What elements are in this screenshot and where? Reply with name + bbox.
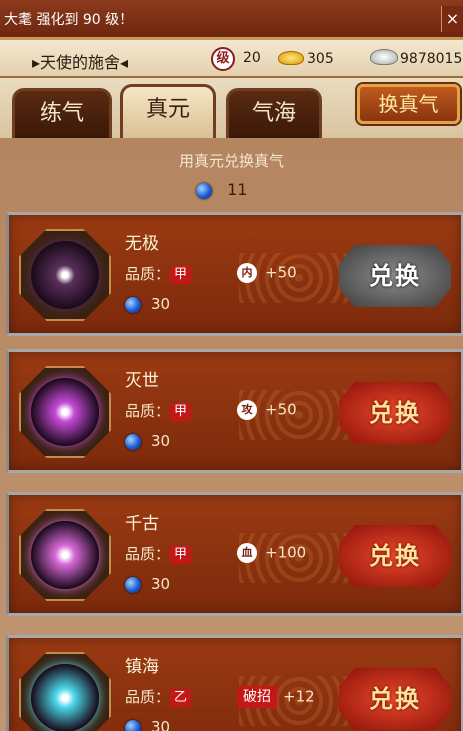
grade-badge: 甲	[170, 265, 192, 284]
exchange-item-card: 镇海品质：乙 破招 +12 30 兑换	[6, 635, 463, 731]
exchange-panel: 用真元兑换真气 11 无极 品质：甲内 +50 30 兑换 灭世 品质：甲攻 +50 30 兑换千…	[0, 138, 463, 731]
item-name: 灭世	[125, 371, 159, 391]
quality-label: 品质：	[125, 545, 171, 563]
zhenyuan-orb-icon	[125, 433, 141, 450]
stat-value: +100	[265, 543, 307, 562]
item-cost: 30	[125, 718, 170, 731]
exchange-button[interactable]: 兑换	[339, 525, 451, 587]
item-name: 无极	[125, 234, 159, 254]
zhenyuan-balance: 11	[196, 180, 247, 199]
gold-value: 305	[307, 51, 334, 67]
exchange-button[interactable]: 兑换	[339, 668, 451, 730]
announcement-banner: 大耄 强化到 90 级！ ×	[0, 0, 463, 40]
stat-icon: 血	[237, 543, 257, 563]
tab-qihai[interactable]: 气海	[226, 88, 322, 138]
quality-label: 品质：	[125, 688, 171, 706]
player-name-text: 天使的施舍	[40, 53, 121, 72]
stat-value: +12	[283, 687, 315, 706]
player-info-bar: ▸天使的施舍◂ 级 20 305 9878015	[0, 40, 463, 78]
item-quality: 品质：甲	[125, 400, 192, 421]
item-quality: 品质：甲	[125, 263, 192, 284]
exchange-hint: 用真元兑换真气	[178, 152, 284, 170]
zhenyuan-orb-icon	[125, 576, 141, 593]
exchange-item-card: 千古品质：甲 血 +100 30 兑换	[6, 492, 463, 616]
exchange-button[interactable]: 兑换	[339, 245, 451, 307]
exchange-item-card: 灭世品质：甲 攻 +50 30 兑换	[6, 349, 463, 473]
silver-value: 9878015	[400, 51, 463, 67]
stat-icon: 攻	[237, 400, 257, 420]
stat-icon: 破招	[237, 686, 277, 708]
level-icon: 级	[211, 47, 235, 71]
item-name: 千古	[125, 514, 159, 534]
item-stat: 破招 +12	[237, 686, 315, 708]
announcement-text: 大耄 强化到 90 级！	[4, 12, 134, 28]
item-stat: 血 +100	[237, 543, 306, 563]
gem-icon	[31, 241, 99, 309]
grade-badge: 乙	[170, 688, 192, 707]
stat-value: +50	[265, 400, 297, 419]
balance-value: 11	[227, 180, 248, 199]
grade-badge: 甲	[170, 402, 192, 421]
item-quality: 品质：乙	[125, 686, 192, 707]
exchange-button[interactable]: 兑换	[339, 382, 451, 444]
gold-ingot-icon	[278, 51, 304, 65]
exchange-item-card: 无极品质：甲 内 +50 30 兑换	[6, 212, 463, 336]
zhenyuan-orb-icon	[125, 296, 141, 313]
cost-value: 30	[151, 432, 171, 450]
tab-zhenyuan[interactable]: 真元	[120, 84, 216, 138]
item-cost: 30	[125, 575, 170, 593]
item-stat: 攻 +50	[237, 400, 297, 420]
stat-value: +50	[265, 263, 297, 282]
item-cost: 30	[125, 432, 170, 450]
item-cost: 30	[125, 295, 170, 313]
stat-icon: 内	[237, 263, 257, 283]
tab-lianqi[interactable]: 练气	[12, 88, 112, 138]
quality-label: 品质：	[125, 265, 171, 283]
grade-badge: 甲	[170, 545, 192, 564]
item-name: 镇海	[125, 657, 159, 677]
item-quality: 品质：甲	[125, 543, 192, 564]
quality-label: 品质：	[125, 402, 171, 420]
cost-value: 30	[151, 295, 171, 313]
cost-value: 30	[151, 718, 171, 731]
player-name: ▸天使的施舍◂	[32, 53, 129, 72]
close-icon[interactable]: ×	[441, 6, 463, 32]
exchange-zhenqi-button[interactable]: 换真气	[357, 84, 460, 124]
zhenyuan-orb-icon	[125, 719, 141, 731]
item-stat: 内 +50	[237, 263, 297, 283]
cost-value: 30	[151, 575, 171, 593]
level-value: 20	[243, 50, 261, 66]
silver-ingot-icon	[370, 49, 398, 65]
gem-icon	[31, 378, 99, 446]
gem-icon	[31, 521, 99, 589]
gem-icon	[31, 664, 99, 731]
zhenyuan-orb-icon	[196, 182, 212, 199]
